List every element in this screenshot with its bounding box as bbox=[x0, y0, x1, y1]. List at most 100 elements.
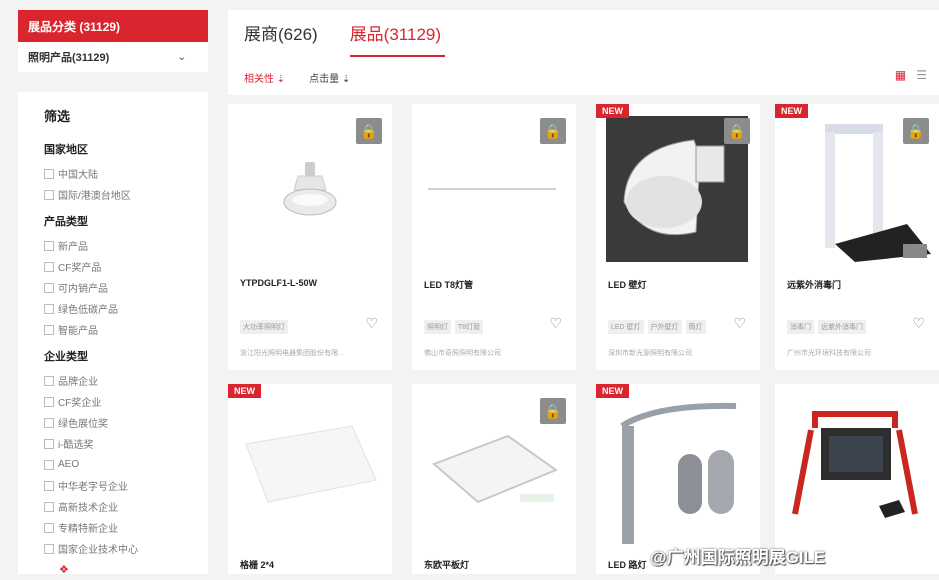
filter-option[interactable]: 国家企业技术中心 bbox=[44, 538, 208, 559]
checkbox[interactable] bbox=[44, 324, 54, 335]
heart-icon[interactable]: ♡ bbox=[733, 315, 746, 332]
filter-option[interactable]: 品牌企业 bbox=[44, 370, 208, 391]
heart-icon[interactable]: ♡ bbox=[365, 315, 378, 332]
filter-group-title: 产品类型 bbox=[44, 216, 88, 228]
chevron-down-icon: ⌄ bbox=[177, 51, 186, 63]
product-tag: 远紫外消毒门 bbox=[818, 320, 866, 334]
new-badge: NEW bbox=[596, 384, 629, 398]
tab-exhibits[interactable]: 展品(31129) bbox=[349, 20, 446, 57]
brand-mark: ❖ bbox=[44, 559, 208, 580]
checkbox[interactable] bbox=[44, 522, 54, 533]
checkbox[interactable] bbox=[44, 303, 54, 314]
filter-group-title: 国家地区 bbox=[44, 144, 88, 156]
results-header: 展商(626) 展品(31129) 相关性 ⇣ 点击量 ⇣ ▦ ☰ bbox=[228, 10, 939, 95]
product-image bbox=[596, 384, 760, 544]
filter-title: 筛选 bbox=[44, 109, 71, 124]
checkbox[interactable] bbox=[44, 168, 54, 179]
company-name: 佛山市奇照照明有限公司 bbox=[424, 350, 501, 357]
brand-logo-icon: ❖ bbox=[59, 563, 69, 576]
lock-icon[interactable]: 🔒 bbox=[356, 118, 382, 144]
heart-icon[interactable]: ♡ bbox=[549, 315, 562, 332]
product-card[interactable]: NEW 🔒 LED 壁灯 LED 壁灯 户外壁灯 筒灯 ♡ 深圳市新光源照明有限… bbox=[596, 104, 760, 370]
product-name: 远紫外消毒门 bbox=[787, 280, 842, 290]
product-tag: 消毒门 bbox=[787, 320, 814, 334]
checkbox[interactable] bbox=[44, 480, 54, 491]
product-tags: 消毒门 远紫外消毒门 bbox=[787, 320, 866, 334]
watermark: @广州国际照明展GILE bbox=[650, 548, 826, 567]
product-name: YTPDGLF1-L-50W bbox=[240, 278, 318, 288]
filter-option[interactable]: CF奖企业 bbox=[44, 391, 208, 412]
filter-group-title: 企业类型 bbox=[44, 351, 88, 363]
sort-bar: 相关性 ⇣ 点击量 ⇣ bbox=[244, 70, 374, 85]
checkbox[interactable] bbox=[44, 501, 54, 512]
company-name: 浙江阳光照明电器集团股份有限... bbox=[240, 350, 344, 357]
category-dropdown[interactable]: 照明产品(31129) ⌄ bbox=[18, 42, 208, 72]
product-card[interactable]: NEW 格栅 2*4 bbox=[228, 384, 392, 574]
checkbox[interactable] bbox=[44, 438, 54, 449]
product-tags: 照明灯 T8灯管 bbox=[424, 320, 484, 334]
grid-view-icon[interactable]: ▦ bbox=[895, 68, 906, 82]
filter-option[interactable]: 中国大陆 bbox=[44, 163, 208, 184]
product-image bbox=[775, 384, 939, 544]
filter-option[interactable]: i-酷选奖 bbox=[44, 433, 208, 454]
product-card[interactable]: 🔒 LED T8灯管 照明灯 T8灯管 ♡ 佛山市奇照照明有限公司 bbox=[412, 104, 576, 370]
view-toggle: ▦ ☰ bbox=[895, 68, 927, 82]
sort-clicks[interactable]: 点击量 ⇣ bbox=[309, 70, 350, 85]
checkbox[interactable] bbox=[44, 375, 54, 386]
tab-bar: 展商(626) 展品(31129) bbox=[244, 20, 461, 57]
company-name: 广州市光环境科技有限公司 bbox=[787, 350, 871, 357]
product-tag: 户外壁灯 bbox=[647, 320, 682, 334]
lock-icon[interactable]: 🔒 bbox=[724, 118, 750, 144]
filter-option[interactable]: 中华老字号企业 bbox=[44, 475, 208, 496]
checkbox[interactable] bbox=[44, 240, 54, 251]
filter-option[interactable]: 可内销产品 bbox=[44, 277, 208, 298]
heart-icon[interactable]: ♡ bbox=[912, 315, 925, 332]
product-tags: LED 壁灯 户外壁灯 筒灯 bbox=[608, 320, 706, 334]
checkbox[interactable] bbox=[44, 261, 54, 272]
left-column: 展品分类 (31129) 照明产品(31129) ⌄ bbox=[18, 10, 208, 72]
new-badge: NEW bbox=[596, 104, 629, 118]
product-card[interactable]: 🔒 东欧平板灯 bbox=[412, 384, 576, 574]
filter-option[interactable]: 国际/港澳台地区 bbox=[44, 184, 208, 205]
lock-icon[interactable]: 🔒 bbox=[540, 398, 566, 424]
filter-option[interactable]: AEO bbox=[44, 454, 208, 475]
product-name: 格栅 2*4 bbox=[240, 560, 275, 570]
product-name: LED T8灯管 bbox=[424, 280, 474, 290]
product-tags: 大功率照明灯 bbox=[240, 320, 288, 334]
filter-panel: 筛选 国家地区 中国大陆 国际/港澳台地区 产品类型 新产品 CF奖产品 可内销… bbox=[18, 92, 208, 575]
filter-option[interactable]: 新产品 bbox=[44, 235, 208, 256]
product-tag: 筒灯 bbox=[685, 320, 706, 334]
product-name: LED 壁灯 bbox=[608, 280, 647, 290]
product-image bbox=[228, 384, 392, 544]
lock-icon[interactable]: 🔒 bbox=[540, 118, 566, 144]
product-tag: T8灯管 bbox=[455, 320, 484, 334]
checkbox[interactable] bbox=[44, 543, 54, 554]
sort-relevance[interactable]: 相关性 ⇣ bbox=[244, 70, 285, 85]
tab-exhibitors[interactable]: 展商(626) bbox=[244, 20, 334, 57]
filter-option[interactable]: 智能产品 bbox=[44, 319, 208, 340]
filter-option[interactable]: 专精特新企业 bbox=[44, 517, 208, 538]
list-view-icon[interactable]: ☰ bbox=[916, 68, 927, 82]
category-header-label: 展品分类 (31129) bbox=[28, 19, 121, 34]
checkbox[interactable] bbox=[44, 189, 54, 200]
product-name: 东欧平板灯 bbox=[424, 560, 470, 570]
product-tag: LED 壁灯 bbox=[608, 320, 644, 334]
filter-option[interactable]: 绿色展位奖 bbox=[44, 412, 208, 433]
filter-option[interactable]: CF奖产品 bbox=[44, 256, 208, 277]
product-tag: 照明灯 bbox=[424, 320, 451, 334]
filter-option[interactable]: 高新技术企业 bbox=[44, 496, 208, 517]
product-name: LED 路灯 bbox=[608, 560, 647, 570]
product-tag: 大功率照明灯 bbox=[240, 320, 288, 334]
new-badge: NEW bbox=[228, 384, 261, 398]
lock-icon[interactable]: 🔒 bbox=[903, 118, 929, 144]
category-header[interactable]: 展品分类 (31129) bbox=[18, 10, 208, 42]
checkbox[interactable] bbox=[44, 282, 54, 293]
filter-option[interactable]: 绿色低碳产品 bbox=[44, 298, 208, 319]
product-card[interactable]: NEW 🔒 远紫外消毒门 消毒门 远紫外消毒门 ♡ 广州市光环境科技有限公司 bbox=[775, 104, 939, 370]
company-name: 深圳市新光源照明有限公司 bbox=[608, 350, 692, 357]
category-dropdown-label: 照明产品(31129) bbox=[28, 52, 110, 64]
product-card[interactable]: 🔒 YTPDGLF1-L-50W 大功率照明灯 ♡ 浙江阳光照明电器集团股份有限… bbox=[228, 104, 392, 370]
checkbox[interactable] bbox=[44, 396, 54, 407]
checkbox[interactable] bbox=[44, 459, 54, 470]
checkbox[interactable] bbox=[44, 417, 54, 428]
